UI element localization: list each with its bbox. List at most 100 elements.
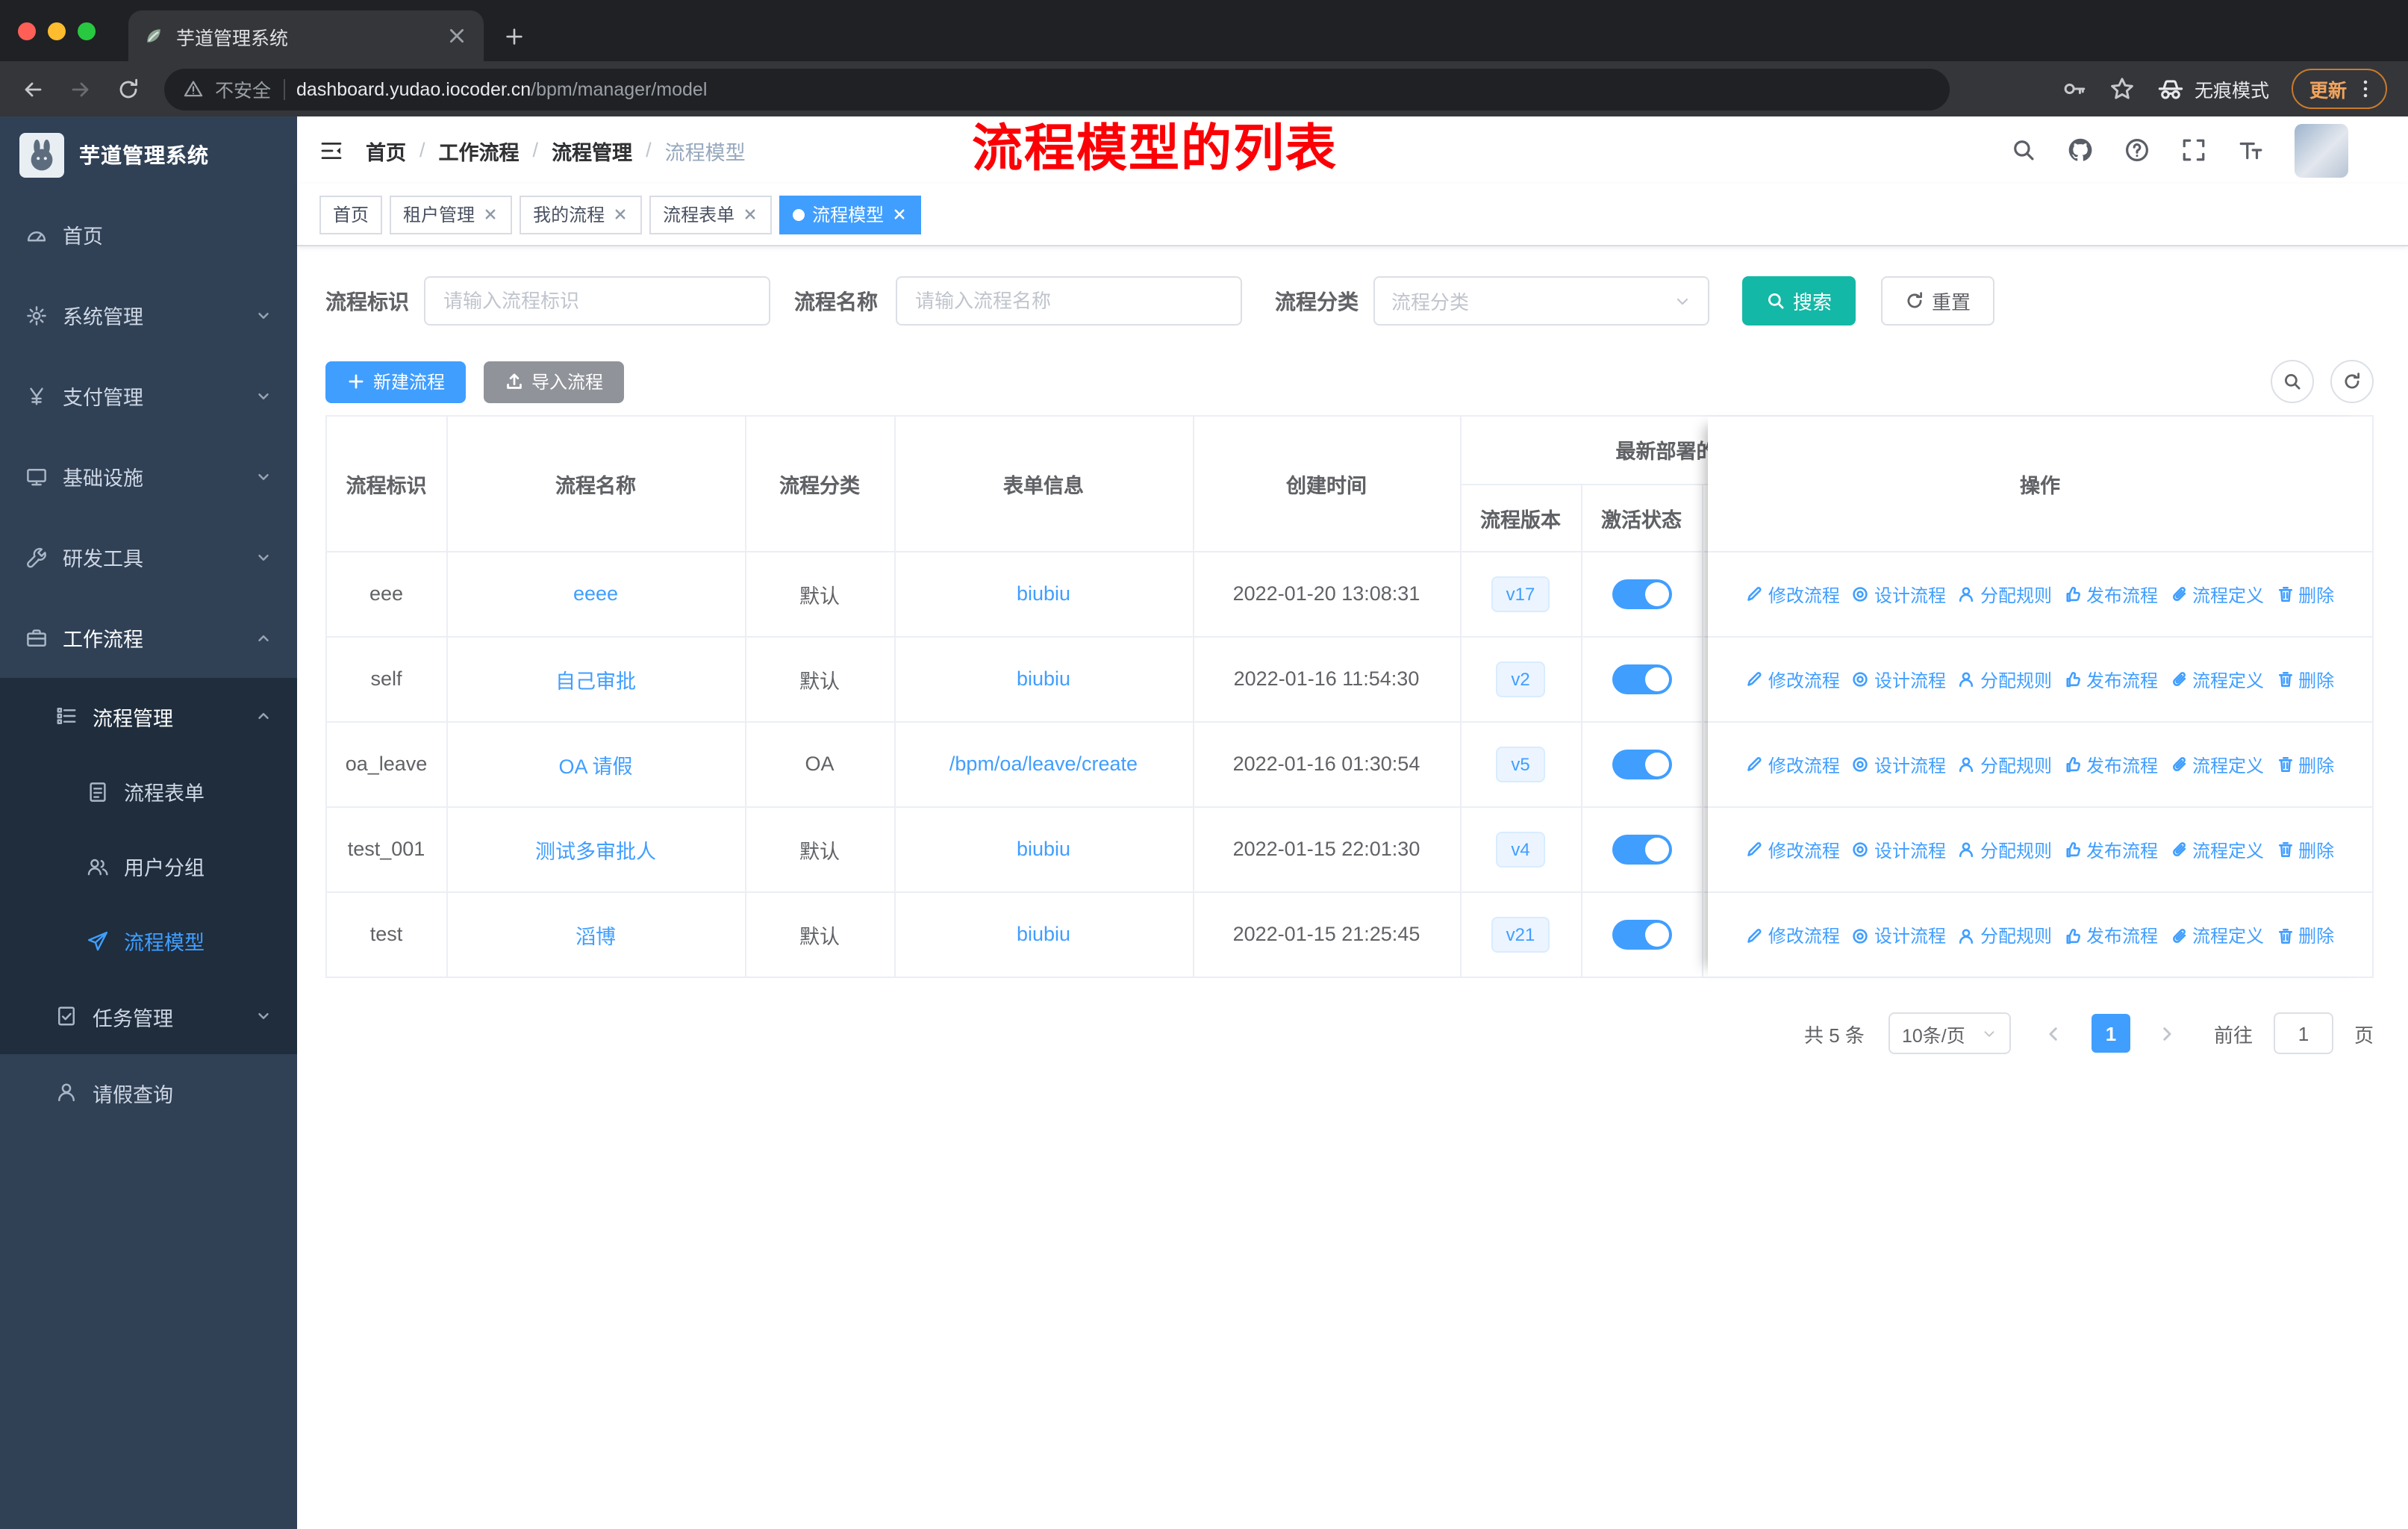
- action-publish[interactable]: 发布流程: [2064, 582, 2158, 607]
- prev-page-button[interactable]: [2038, 1015, 2071, 1051]
- process-name-link[interactable]: eeee: [573, 582, 618, 605]
- process-name-link[interactable]: OA 请假: [558, 755, 632, 777]
- process-id-input[interactable]: [424, 276, 770, 326]
- action-design[interactable]: 设计流程: [1852, 752, 1946, 777]
- search-button[interactable]: 搜索: [1742, 276, 1856, 326]
- action-definition[interactable]: 流程定义: [2170, 752, 2264, 777]
- action-delete[interactable]: 删除: [2276, 582, 2334, 607]
- action-definition[interactable]: 流程定义: [2170, 667, 2264, 692]
- active-status-toggle[interactable]: [1612, 579, 1671, 608]
- app-logo-row[interactable]: 芋道管理系统: [0, 116, 297, 194]
- action-delete[interactable]: 删除: [2276, 667, 2334, 692]
- action-design[interactable]: 设计流程: [1852, 667, 1946, 692]
- tag-tenant-management[interactable]: 租户管理: [390, 195, 513, 234]
- action-edit[interactable]: 修改流程: [1746, 582, 1840, 607]
- tag-home[interactable]: 首页: [319, 195, 383, 234]
- sidebar-item-process-model[interactable]: 流程模型: [0, 903, 297, 978]
- browser-tab[interactable]: 芋道管理系统: [128, 10, 484, 61]
- active-status-toggle[interactable]: [1612, 834, 1671, 864]
- new-tab-button[interactable]: [493, 15, 534, 57]
- action-design[interactable]: 设计流程: [1852, 923, 1946, 948]
- sidebar-fold-icon[interactable]: [319, 138, 343, 162]
- action-delete[interactable]: 删除: [2276, 752, 2334, 777]
- search-icon[interactable]: [2011, 137, 2036, 163]
- action-assign[interactable]: 分配规则: [1958, 582, 2052, 607]
- password-key-icon[interactable]: [2062, 76, 2087, 102]
- bookmark-star-icon[interactable]: [2109, 76, 2135, 102]
- font-size-icon[interactable]: [2238, 137, 2263, 163]
- create-process-button[interactable]: 新建流程: [325, 361, 467, 402]
- tag-process-model[interactable]: 流程模型: [779, 195, 922, 234]
- sidebar-item-system-management[interactable]: 系统管理: [0, 275, 297, 355]
- action-assign[interactable]: 分配规则: [1958, 667, 2052, 692]
- action-publish[interactable]: 发布流程: [2064, 752, 2158, 777]
- next-page-button[interactable]: [2151, 1015, 2184, 1051]
- sidebar-item-dev-tools[interactable]: 研发工具: [0, 517, 297, 597]
- github-icon[interactable]: [2068, 137, 2093, 163]
- action-definition[interactable]: 流程定义: [2170, 923, 2264, 948]
- tag-close-icon[interactable]: [482, 206, 499, 222]
- tag-close-icon[interactable]: [891, 206, 908, 222]
- sidebar-item-infrastructure[interactable]: 基础设施: [0, 436, 297, 517]
- breadcrumb-item[interactable]: 流程管理: [552, 135, 632, 165]
- action-assign[interactable]: 分配规则: [1958, 923, 2052, 948]
- reload-icon[interactable]: [116, 77, 140, 101]
- close-window-button[interactable]: [18, 22, 36, 40]
- address-bar[interactable]: 不安全 dashboard.yudao.iocoder.cn/bpm/manag…: [164, 68, 1950, 110]
- sidebar-item-workflow[interactable]: 工作流程: [0, 597, 297, 678]
- browser-update-button[interactable]: 更新: [2291, 69, 2387, 109]
- action-publish[interactable]: 发布流程: [2064, 923, 2158, 948]
- page-size-select[interactable]: 10条/页: [1888, 1012, 2011, 1054]
- sidebar-item-process-form[interactable]: 流程表单: [0, 754, 297, 829]
- form-info-link[interactable]: biubiu: [1017, 582, 1070, 605]
- process-name-link[interactable]: 测试多审批人: [535, 840, 656, 862]
- sidebar-item-task-management[interactable]: 任务管理: [0, 978, 297, 1054]
- action-definition[interactable]: 流程定义: [2170, 582, 2264, 607]
- action-delete[interactable]: 删除: [2276, 837, 2334, 862]
- import-process-button[interactable]: 导入流程: [484, 361, 625, 402]
- form-info-link[interactable]: biubiu: [1017, 924, 1070, 946]
- sidebar-item-user-group[interactable]: 用户分组: [0, 829, 297, 903]
- help-icon[interactable]: [2124, 137, 2150, 163]
- minimize-window-button[interactable]: [48, 22, 66, 40]
- action-edit[interactable]: 修改流程: [1746, 752, 1840, 777]
- menu-dots-icon[interactable]: [2354, 78, 2377, 100]
- user-avatar[interactable]: [2295, 123, 2348, 177]
- action-assign[interactable]: 分配规则: [1958, 837, 2052, 862]
- sidebar-item-leave-query[interactable]: 请假查询: [0, 1054, 297, 1130]
- action-edit[interactable]: 修改流程: [1746, 667, 1840, 692]
- tag-close-icon[interactable]: [742, 206, 758, 222]
- form-info-link[interactable]: biubiu: [1017, 838, 1070, 860]
- action-edit[interactable]: 修改流程: [1746, 837, 1840, 862]
- action-edit[interactable]: 修改流程: [1746, 923, 1840, 948]
- sidebar-item-payment-management[interactable]: 支付管理: [0, 355, 297, 436]
- goto-page-input[interactable]: [2273, 1012, 2333, 1054]
- maximize-window-button[interactable]: [78, 22, 96, 40]
- action-delete[interactable]: 删除: [2276, 923, 2334, 948]
- form-info-link[interactable]: /bpm/oa/leave/create: [949, 753, 1138, 775]
- action-assign[interactable]: 分配规则: [1958, 752, 2052, 777]
- active-status-toggle[interactable]: [1612, 749, 1671, 779]
- tag-close-icon[interactable]: [612, 206, 628, 222]
- action-publish[interactable]: 发布流程: [2064, 837, 2158, 862]
- forward-icon[interactable]: [69, 77, 93, 101]
- action-design[interactable]: 设计流程: [1852, 582, 1946, 607]
- fullscreen-icon[interactable]: [2181, 137, 2206, 163]
- tab-close-icon[interactable]: [445, 24, 469, 48]
- toggle-search-button[interactable]: [2271, 360, 2314, 403]
- breadcrumb-item[interactable]: 工作流程: [439, 135, 520, 165]
- action-publish[interactable]: 发布流程: [2064, 667, 2158, 692]
- page-number-1[interactable]: 1: [2091, 1014, 2130, 1053]
- action-design[interactable]: 设计流程: [1852, 837, 1946, 862]
- breadcrumb-item[interactable]: 首页: [366, 135, 406, 165]
- reset-button[interactable]: 重置: [1881, 276, 1995, 326]
- process-name-input[interactable]: [896, 276, 1242, 326]
- process-category-select[interactable]: 流程分类: [1373, 276, 1709, 326]
- action-definition[interactable]: 流程定义: [2170, 837, 2264, 862]
- active-status-toggle[interactable]: [1612, 664, 1671, 694]
- tag-process-form[interactable]: 流程表单: [649, 195, 773, 234]
- refresh-table-button[interactable]: [2330, 360, 2374, 403]
- process-name-link[interactable]: 滔博: [576, 926, 616, 948]
- sidebar-item-home[interactable]: 首页: [0, 194, 297, 275]
- sidebar-item-process-management[interactable]: 流程管理: [0, 678, 297, 754]
